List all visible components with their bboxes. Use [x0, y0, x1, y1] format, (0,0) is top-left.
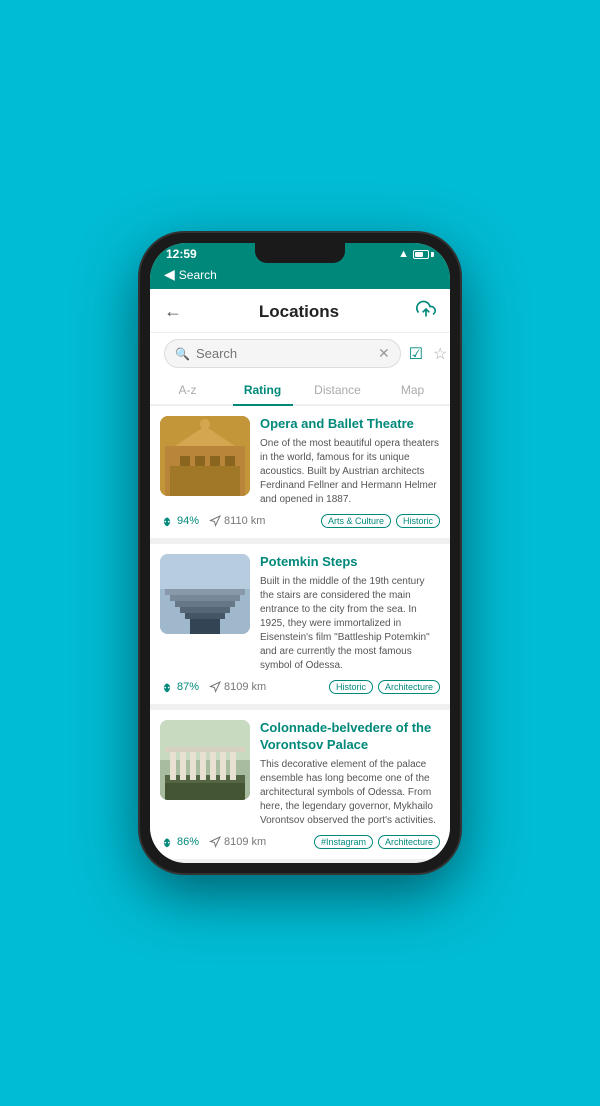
location-text: Opera and Ballet Theatre One of the most… [260, 416, 440, 507]
app-header: ← Locations [150, 289, 450, 333]
card-footer: 86% 8109 km #Instagram Architecture [160, 835, 440, 849]
tag-instagram[interactable]: #Instagram [314, 835, 373, 849]
star-filter-icon[interactable]: ☆ [433, 344, 447, 364]
filter-icons: ☑ ☆ [409, 343, 450, 364]
distance-badge: 8109 km [209, 836, 266, 848]
upload-icon[interactable] [416, 299, 436, 324]
tag-historic[interactable]: Historic [396, 514, 440, 528]
location-image [160, 720, 250, 800]
location-text: Colonnade-belvedere of the Vorontsov Pal… [260, 720, 440, 828]
tab-rating[interactable]: Rating [225, 376, 300, 404]
locations-list: Opera and Ballet Theatre One of the most… [150, 406, 450, 863]
location-description: This decorative element of the palace en… [260, 758, 440, 828]
location-title: Potemkin Steps [260, 554, 440, 571]
tag-architecture[interactable]: Architecture [378, 680, 440, 694]
card-footer: 94% 8110 km Arts & Culture Historic [160, 514, 440, 528]
location-text: Potemkin Steps Built in the middle of th… [260, 554, 440, 673]
location-image [160, 416, 250, 496]
search-icon: 🔍 [175, 347, 190, 361]
page-title: Locations [259, 302, 339, 322]
tab-map[interactable]: Map [375, 376, 450, 404]
back-arrow-icon: ◀ [164, 266, 175, 283]
tab-az[interactable]: A-z [150, 376, 225, 404]
location-title: Opera and Ballet Theatre [260, 416, 440, 433]
wifi-icon: ▲ [398, 248, 409, 260]
back-label: Search [179, 268, 217, 282]
search-bar: 🔍 ✕ ☑ ☆ [150, 333, 450, 376]
location-image [160, 554, 250, 634]
phone-screen: 12:59 ▲ ◀ Search ← Locations [150, 243, 450, 863]
card-footer: 87% 8109 km Historic Architecture [160, 680, 440, 694]
notch [255, 243, 345, 263]
list-item: Opera and Ballet Theatre One of the most… [150, 406, 450, 538]
clear-search-button[interactable]: ✕ [378, 345, 390, 362]
tabs-bar: A-z Rating Distance Map [150, 376, 450, 406]
rating-badge: 86% [160, 835, 199, 849]
tag-historic[interactable]: Historic [329, 680, 373, 694]
list-item: Colonnade-belvedere of the Vorontsov Pal… [150, 710, 450, 859]
back-bar[interactable]: ◀ Search [150, 263, 450, 289]
header-back-button[interactable]: ← [164, 301, 182, 322]
tag-architecture[interactable]: Architecture [378, 835, 440, 849]
search-input[interactable] [196, 346, 372, 361]
location-description: Built in the middle of the 19th century … [260, 575, 440, 673]
battery-icon [413, 250, 434, 259]
checkmark-filter-icon[interactable]: ☑ [409, 344, 423, 364]
phone-frame: 12:59 ▲ ◀ Search ← Locations [140, 233, 460, 873]
status-time: 12:59 [166, 247, 197, 261]
status-icons: ▲ [398, 248, 434, 260]
rating-badge: 87% [160, 680, 199, 694]
rating-badge: 94% [160, 514, 199, 528]
list-item: Potemkin Steps Built in the middle of th… [150, 544, 450, 704]
distance-badge: 8110 km [209, 515, 265, 527]
location-tags: Historic Architecture [329, 680, 440, 694]
distance-badge: 8109 km [209, 681, 266, 693]
tab-distance[interactable]: Distance [300, 376, 375, 404]
tag-arts-culture[interactable]: Arts & Culture [321, 514, 391, 528]
location-title: Colonnade-belvedere of the Vorontsov Pal… [260, 720, 440, 754]
search-input-wrap[interactable]: 🔍 ✕ [164, 339, 401, 368]
location-tags: #Instagram Architecture [314, 835, 440, 849]
location-tags: Arts & Culture Historic [321, 514, 440, 528]
location-description: One of the most beautiful opera theaters… [260, 437, 440, 507]
